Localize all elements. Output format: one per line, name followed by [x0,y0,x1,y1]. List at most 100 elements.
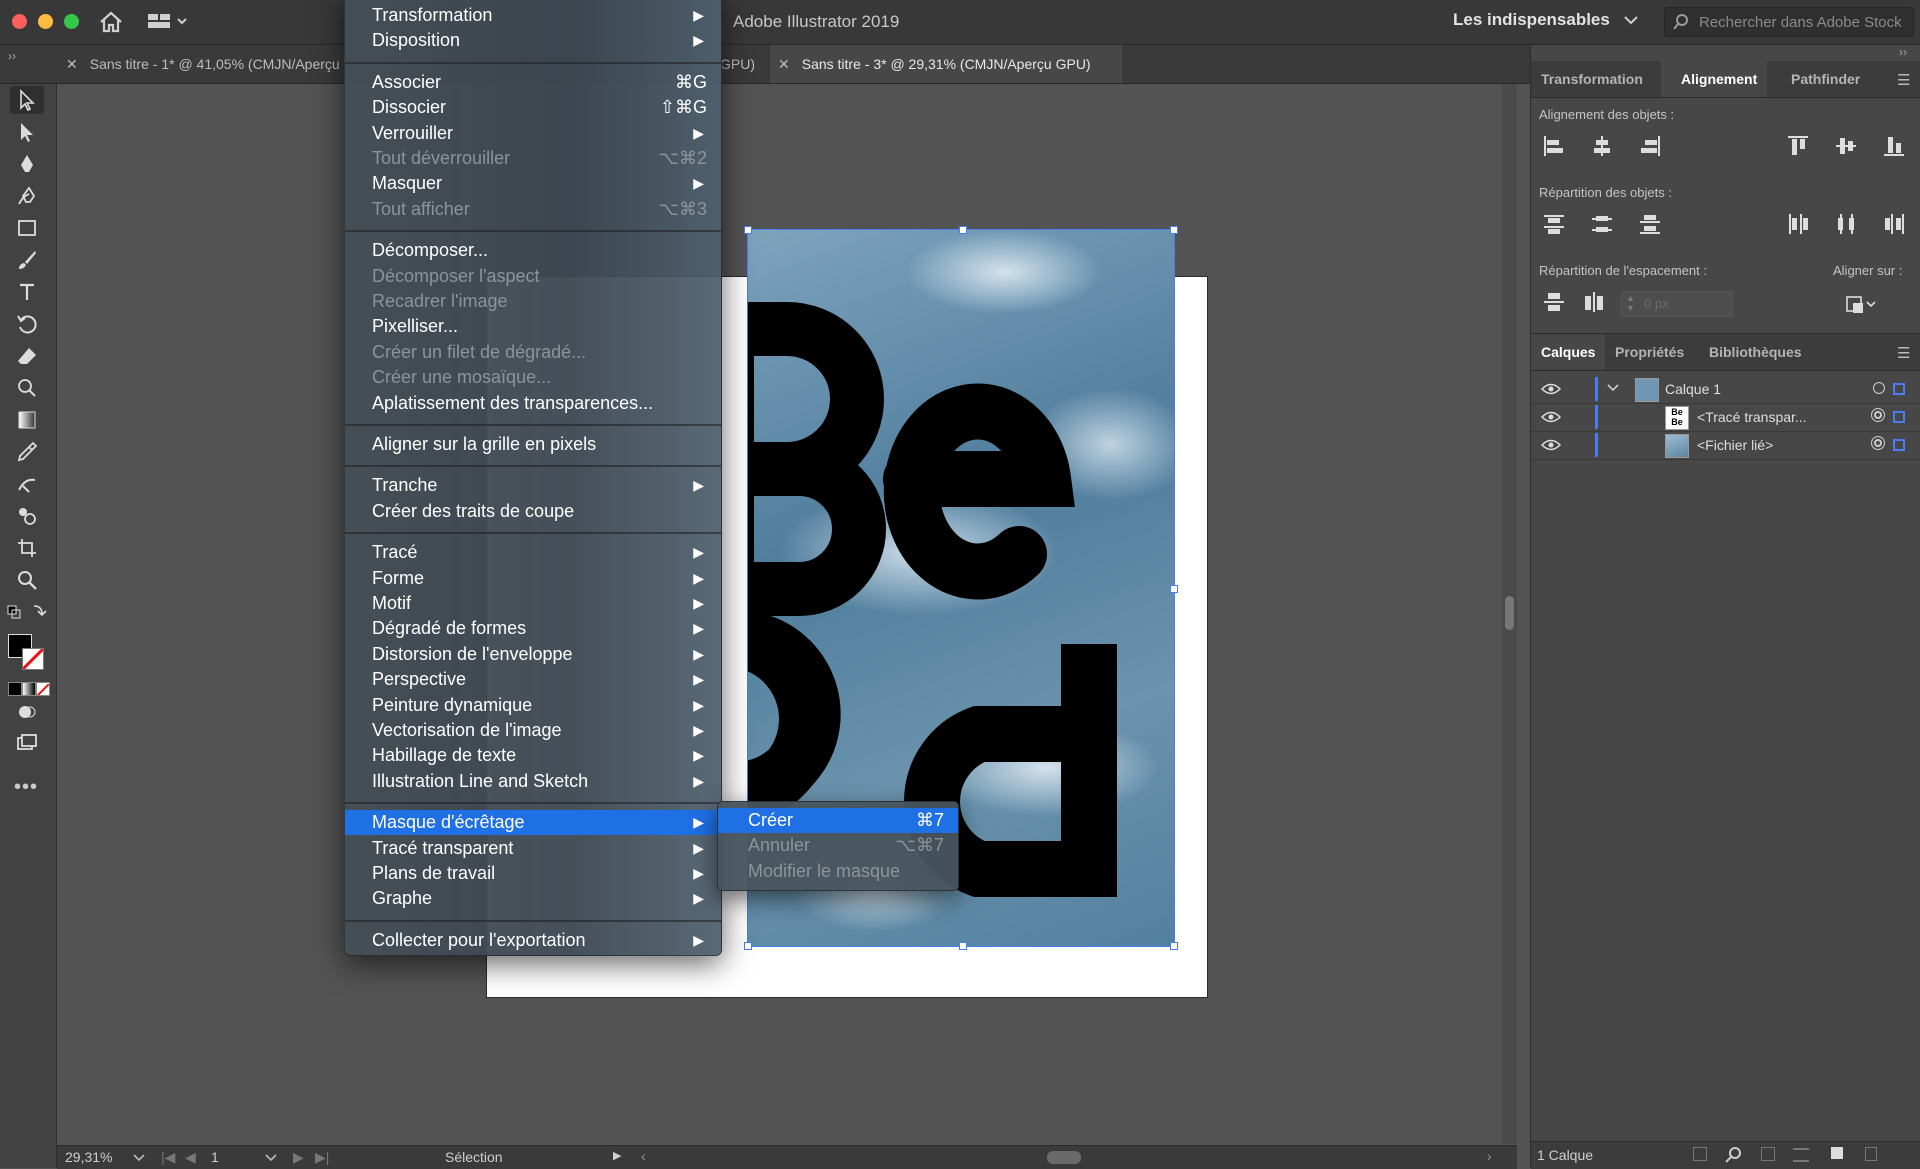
menu-item-trace-transparent[interactable]: Tracé transparent ▶ [345,836,721,861]
status-menu-icon[interactable]: ▶ [613,1149,621,1162]
menu-item-creer-des-traits-de-coupe[interactable]: Créer des traits de coupe [345,499,721,524]
layer-name[interactable]: <Tracé transpar... [1697,409,1807,425]
edit-toolbar-icon[interactable]: ••• [14,776,38,799]
new-sublayer-icon[interactable] [1793,1148,1809,1162]
menu-item-trace[interactable]: Tracé ▶ [345,540,721,565]
rectangle-tool[interactable] [10,214,44,242]
horizontal-scroll-thumb[interactable] [1047,1151,1081,1164]
resize-handle[interactable] [959,226,967,234]
resize-handle[interactable] [744,942,752,950]
menu-item-peinture-dynamique[interactable]: Peinture dynamique ▶ [345,693,721,718]
layer-row-calque-1[interactable]: Calque 1 [1531,375,1920,404]
menu-item-distorsion-de-l-enveloppe[interactable]: Distorsion de l'enveloppe ▶ [345,642,721,667]
selection-indicator-icon[interactable] [1893,383,1905,395]
layer-row-fichier-lie[interactable]: <Fichier lié> [1531,431,1920,460]
tab-transformation[interactable]: Transformation [1531,61,1653,97]
distribute-top-icon[interactable] [1541,211,1567,237]
export-icon[interactable] [1693,1147,1707,1161]
menu-item-plans-de-travail[interactable]: Plans de travail ▶ [345,861,721,886]
stroke-color-swatch[interactable] [22,648,44,670]
distribute-bottom-icon[interactable] [1637,211,1663,237]
eraser-tool[interactable] [10,342,44,370]
stock-search-field[interactable] [1664,7,1914,37]
search-icon[interactable] [1725,1146,1743,1164]
menu-item-forme[interactable]: Forme ▶ [345,566,721,591]
menu-item-graphe[interactable]: Graphe ▶ [345,886,721,911]
align-right-icon[interactable] [1637,133,1663,159]
last-artboard-icon[interactable]: ▶| [315,1149,329,1166]
tab-document-1[interactable]: ✕Sans titre - 1* @ 41,05% (CMJN/Aperçu G… [66,45,344,83]
vertical-distribute-space-icon[interactable] [1541,289,1567,315]
artboard-tool[interactable] [10,534,44,562]
panel-menu-icon[interactable]: ☰ [1897,344,1910,362]
symbol-sprayer-tool[interactable] [10,502,44,530]
align-bottom-icon[interactable] [1881,133,1907,159]
menu-item-verrouiller[interactable]: Verrouiller ▶ [345,121,721,146]
type-tool[interactable] [10,278,44,306]
workspace-layout-icon[interactable] [148,12,188,32]
tab-proprietes[interactable]: Propriétés [1605,334,1694,370]
eyedropper-tool[interactable] [10,438,44,466]
menu-item-tranche[interactable]: Tranche ▶ [345,473,721,498]
chevron-down-icon[interactable] [133,1154,145,1162]
color-mode-buttons[interactable] [8,682,50,696]
close-icon[interactable]: ✕ [778,45,790,83]
color-mode-icon[interactable] [8,682,22,696]
distribute-horizontal-center-icon[interactable] [1833,211,1859,237]
align-to-selection-icon[interactable] [1843,291,1879,317]
menu-item-perspective[interactable]: Perspective ▶ [345,667,721,692]
distribute-right-icon[interactable] [1881,211,1907,237]
menu-item-masquer[interactable]: Masquer ▶ [345,171,721,196]
menu-item-illustration-line-and-sketch[interactable]: Illustration Line and Sketch ▶ [345,769,721,794]
target-icon[interactable] [1871,408,1885,422]
tab-document-3[interactable]: ✕ Sans titre - 3* @ 29,31% (CMJN/Aperçu G… [770,45,1122,83]
submenu-item-creer[interactable]: Créer ⌘7 [718,808,958,833]
resize-handle[interactable] [959,942,967,950]
distribute-vertical-center-icon[interactable] [1589,211,1615,237]
layer-name[interactable]: <Fichier lié> [1697,437,1773,453]
eye-icon[interactable] [1541,383,1561,395]
menu-item-decomposer[interactable]: Décomposer... [345,238,721,263]
artboard-number[interactable]: 1 [211,1149,219,1165]
chevron-down-icon[interactable] [265,1154,277,1162]
layer-name[interactable]: Calque 1 [1665,381,1721,397]
new-layer-icon[interactable] [1831,1147,1843,1159]
target-icon[interactable] [1873,382,1885,394]
menu-item-pixelliser[interactable]: Pixelliser... [345,314,721,339]
curvature-tool[interactable] [10,182,44,210]
layer-row-trace-transparent[interactable]: Be Be <Tracé transpar... [1531,403,1920,432]
trash-icon[interactable] [1865,1147,1877,1161]
previous-artboard-icon[interactable]: ◀ [185,1149,196,1166]
selection-indicator-icon[interactable] [1893,411,1905,423]
chevron-down-icon[interactable] [1607,384,1619,392]
pen-tool[interactable] [10,150,44,178]
zoom-window-button[interactable] [64,14,79,29]
resize-handle[interactable] [1170,226,1178,234]
menu-item-habillage-de-texte[interactable]: Habillage de texte ▶ [345,743,721,768]
clipping-mask-icon[interactable] [1761,1147,1775,1161]
menu-item-motif[interactable]: Motif ▶ [345,591,721,616]
zoom-tool[interactable] [10,566,44,594]
menu-item-vectorisation-de-l-image[interactable]: Vectorisation de l'image ▶ [345,718,721,743]
workspace-switcher[interactable]: Les indispensables [1453,10,1610,30]
align-left-icon[interactable] [1541,133,1567,159]
gradient-tool[interactable] [10,406,44,434]
screen-mode-tool[interactable] [10,730,44,758]
canvas[interactable] [57,84,1517,1144]
panel-menu-icon[interactable]: ☰ [1897,71,1910,89]
paintbrush-tool[interactable] [10,246,44,274]
scroll-right-icon[interactable]: › [1487,1148,1492,1164]
menu-item-aligner-sur-la-grille-en-pixels[interactable]: Aligner sur la grille en pixels [345,432,721,457]
vertical-scrollbar[interactable] [1502,84,1517,1144]
drawing-modes-tool[interactable] [10,698,44,726]
collapse-toolbar-icon[interactable]: ›› [8,49,16,63]
first-artboard-icon[interactable]: |◀ [161,1149,175,1166]
vertical-scroll-thumb[interactable] [1505,596,1514,630]
tab-pathfinder[interactable]: Pathfinder [1781,61,1870,97]
home-icon[interactable] [98,10,124,34]
zoom-level[interactable]: 29,31% [65,1149,112,1165]
selection-tool[interactable] [10,86,44,114]
menu-item-transformation[interactable]: Transformation ▶ [345,3,721,28]
minimize-window-button[interactable] [38,14,53,29]
selection-indicator-icon[interactable] [1893,439,1905,451]
